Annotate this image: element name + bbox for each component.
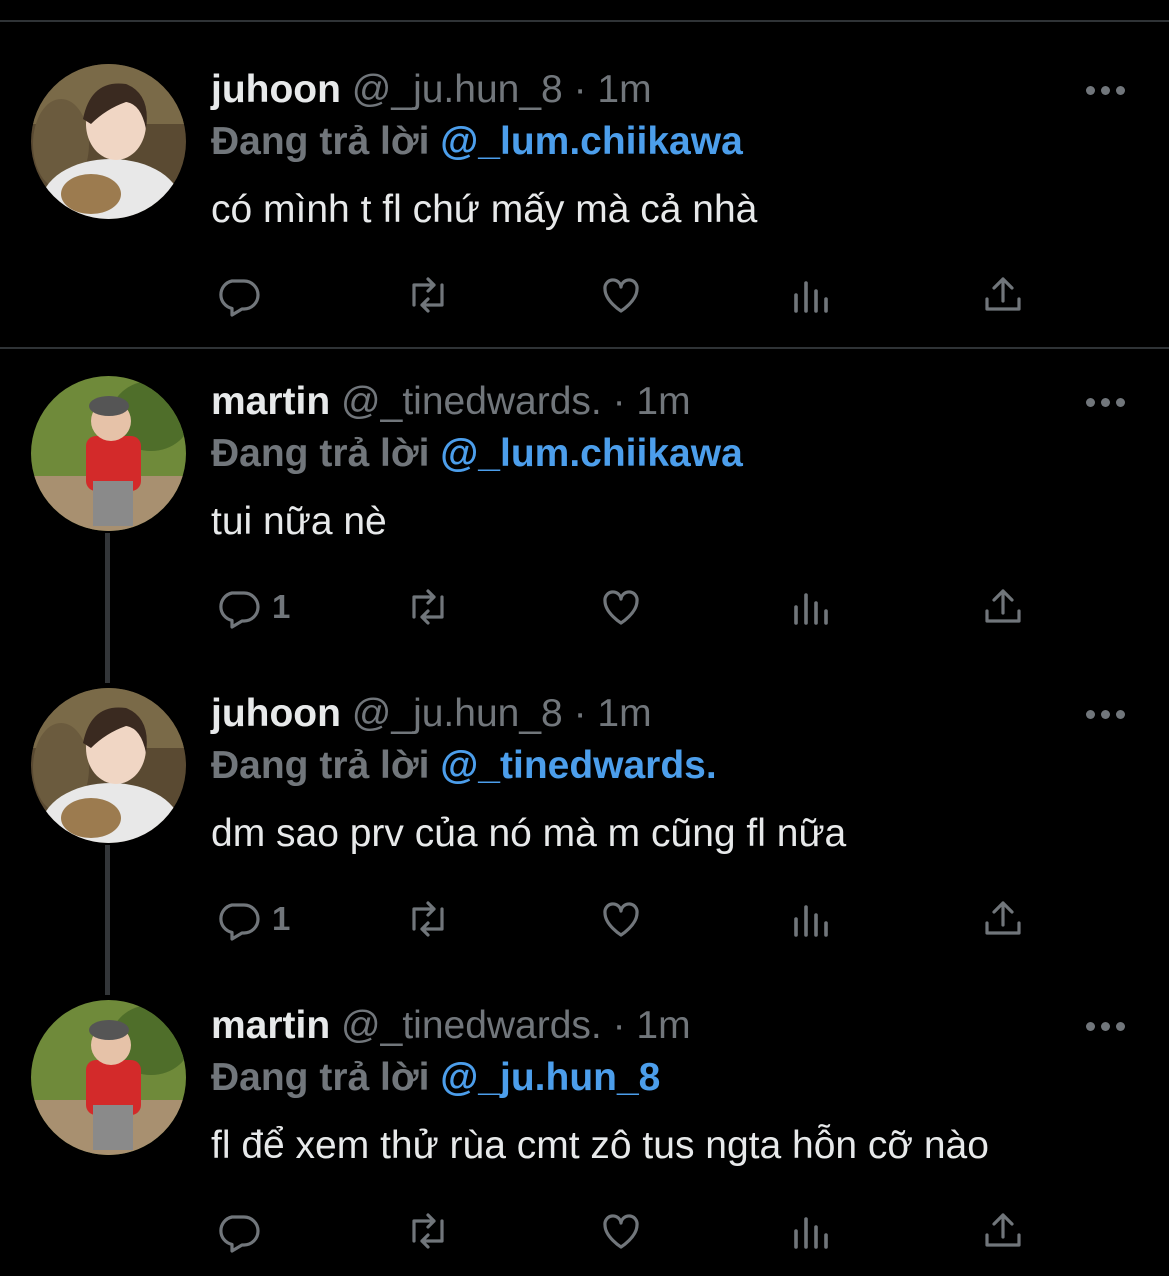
avatar-photo-icon <box>31 1000 186 1155</box>
user-handle[interactable]: @_tinedwards. <box>341 380 602 423</box>
avatar-martin[interactable] <box>31 376 186 531</box>
tweet-header: juhoon @_ju.hun_8 · 1m <box>211 690 652 738</box>
replying-to-label: Đang trả lời <box>211 120 430 163</box>
tweet-text: dm sao prv của nó mà m cũng fl nữa <box>211 812 847 855</box>
avatar-photo-icon <box>31 64 186 219</box>
display-name[interactable]: juhoon <box>211 68 341 111</box>
timestamp[interactable]: · 1m <box>574 68 652 111</box>
tweet[interactable]: juhoon @_ju.hun_8 · 1m Đang trả lời @_ti… <box>0 624 1169 941</box>
timestamp[interactable]: · 1m <box>613 380 691 423</box>
like-button[interactable] <box>597 1206 645 1256</box>
replying-to: Đang trả lời @_tinedwards. <box>211 742 717 790</box>
display-name[interactable]: juhoon <box>211 692 341 735</box>
user-handle[interactable]: @_ju.hun_8 <box>352 68 563 111</box>
replying-to-handle[interactable]: @_lum.chiikawa <box>440 432 742 475</box>
views-icon <box>794 1217 828 1249</box>
more-options-icon[interactable] <box>1082 710 1130 720</box>
tweet-text: fl để xem thử rùa cmt zô tus ngta hỗn cỡ… <box>211 1124 989 1167</box>
avatar-juhoon[interactable] <box>31 688 186 843</box>
timestamp[interactable]: · 1m <box>613 1004 691 1047</box>
like-icon <box>603 1214 639 1249</box>
more-options-icon[interactable] <box>1082 398 1130 408</box>
tweet-header: juhoon @_ju.hun_8 · 1m <box>211 66 652 114</box>
avatar-martin[interactable] <box>31 1000 186 1155</box>
replying-to-label: Đang trả lời <box>211 432 430 475</box>
tweet-text: tui nữa nè <box>211 500 387 543</box>
replying-to-handle[interactable]: @_ju.hun_8 <box>440 1056 660 1099</box>
share-icon <box>985 1213 1021 1247</box>
replying-to-label: Đang trả lời <box>211 1056 430 1099</box>
retweet-button[interactable] <box>404 1206 452 1256</box>
reply-count: 1 <box>272 588 291 625</box>
replying-to-handle[interactable]: @_tinedwards. <box>440 744 716 787</box>
tweet[interactable]: juhoon @_ju.hun_8 · 1m Đang trả lời @_lu… <box>0 0 1169 317</box>
user-handle[interactable]: @_ju.hun_8 <box>352 692 563 735</box>
timestamp[interactable]: · 1m <box>574 692 652 735</box>
retweet-icon <box>412 1213 444 1249</box>
replying-to-handle[interactable]: @_lum.chiikawa <box>440 120 742 163</box>
replying-to: Đang trả lời @_lum.chiikawa <box>211 118 743 166</box>
display-name[interactable]: martin <box>211 380 330 423</box>
user-handle[interactable]: @_tinedwards. <box>341 1004 602 1047</box>
avatar-juhoon[interactable] <box>31 64 186 219</box>
more-options-icon[interactable] <box>1082 1022 1130 1032</box>
tweet-header: martin @_tinedwards. · 1m <box>211 378 691 426</box>
replying-to-label: Đang trả lời <box>211 744 430 787</box>
more-options-icon[interactable] <box>1082 86 1130 96</box>
views-button[interactable] <box>788 1206 836 1256</box>
tweet[interactable]: martin @_tinedwards. · 1m Đang trả lời @… <box>0 312 1169 629</box>
tweet[interactable]: martin @_tinedwards. · 1m Đang trả lời @… <box>0 936 1169 1253</box>
replying-to: Đang trả lời @_ju.hun_8 <box>211 1054 660 1102</box>
tweet-header: martin @_tinedwards. · 1m <box>211 1002 691 1050</box>
share-button[interactable] <box>979 1206 1027 1256</box>
reply-count: 1 <box>272 900 291 937</box>
reply-icon <box>219 1215 260 1253</box>
display-name[interactable]: martin <box>211 1004 330 1047</box>
avatar-photo-icon <box>31 376 186 531</box>
reply-button[interactable] <box>214 1206 272 1256</box>
tweet-text: có mình t fl chứ mấy mà cả nhà <box>211 188 758 231</box>
replying-to: Đang trả lời @_lum.chiikawa <box>211 430 743 478</box>
avatar-photo-icon <box>31 688 186 843</box>
